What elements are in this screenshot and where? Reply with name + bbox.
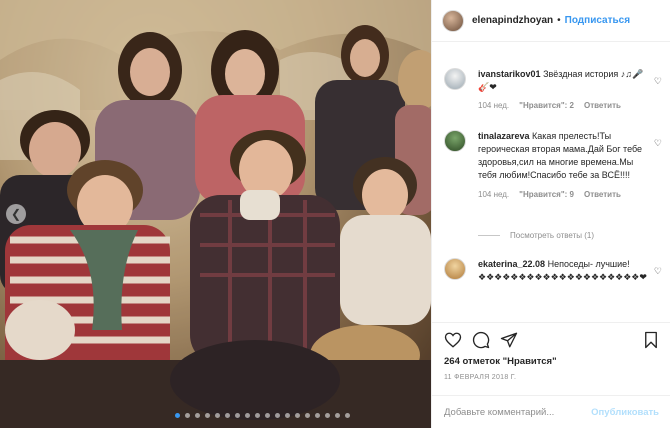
- replies-divider: [478, 235, 500, 236]
- follow-button[interactable]: Подписаться: [565, 15, 630, 26]
- carousel-dot: [265, 413, 270, 418]
- share-icon[interactable]: [500, 331, 518, 354]
- photo-illustration: [0, 0, 431, 428]
- comment-meta: 104 нед. "Нравится": 9 Ответить: [478, 190, 654, 199]
- commenter-username[interactable]: ekaterina_22.08: [478, 259, 545, 269]
- reply-button[interactable]: Ответить: [584, 190, 621, 199]
- carousel-dot: [185, 413, 190, 418]
- bookmark-icon[interactable]: [642, 331, 660, 354]
- carousel-dot: [345, 413, 350, 418]
- carousel-indicator: [175, 413, 350, 418]
- carousel-dot: [285, 413, 290, 418]
- view-replies-label: Посмотреть ответы (1): [510, 231, 595, 240]
- comment-likes[interactable]: "Нравится": 9: [519, 190, 574, 199]
- heart-icon[interactable]: [444, 331, 462, 354]
- add-comment-bar: Опубликовать: [432, 395, 670, 428]
- carousel-dot: [205, 413, 210, 418]
- comment-likes[interactable]: "Нравится": 2: [519, 101, 574, 110]
- post-actions: [432, 322, 670, 358]
- view-replies-button[interactable]: Посмотреть ответы (1): [478, 231, 594, 240]
- carousel-dot: [305, 413, 310, 418]
- carousel-dot: [175, 413, 180, 418]
- comment-text-block: tinalazareva Какая прелесть!Ты героическ…: [478, 130, 654, 182]
- heart-icon[interactable]: ♡: [654, 76, 662, 87]
- publish-button[interactable]: Опубликовать: [591, 407, 659, 418]
- header-separator: •: [557, 15, 561, 26]
- comment-item: tinalazareva Какая прелесть!Ты героическ…: [444, 130, 662, 199]
- post-sidebar: elenapindzhoyan • Подписаться ivanstarik…: [431, 0, 670, 428]
- comment-text-block: ivanstarikov01 Звёздная история ♪♫🎤🎸❤: [478, 68, 654, 94]
- author-username[interactable]: elenapindzhoyan: [472, 15, 553, 26]
- comment-meta: 104 нед. "Нравится": 2 Ответить: [478, 101, 654, 110]
- heart-icon[interactable]: ♡: [654, 138, 662, 149]
- comment-time[interactable]: 104 нед.: [478, 190, 509, 199]
- comments-list[interactable]: ivanstarikov01 Звёздная история ♪♫🎤🎸❤ 10…: [432, 42, 670, 322]
- comment-time[interactable]: 104 нед.: [478, 101, 509, 110]
- comment-item: ivanstarikov01 Звёздная история ♪♫🎤🎸❤ 10…: [444, 68, 662, 110]
- heart-icon[interactable]: ♡: [654, 266, 662, 277]
- carousel-dot: [255, 413, 260, 418]
- post-photo[interactable]: ❮: [0, 0, 431, 428]
- commenter-avatar[interactable]: [444, 258, 466, 280]
- reply-button[interactable]: Ответить: [584, 101, 621, 110]
- carousel-dot: [225, 413, 230, 418]
- carousel-dot: [195, 413, 200, 418]
- commenter-avatar[interactable]: [444, 68, 466, 90]
- commenter-username[interactable]: ivanstarikov01: [478, 69, 541, 79]
- post-header: elenapindzhoyan • Подписаться: [432, 0, 670, 42]
- carousel-dot: [295, 413, 300, 418]
- post-date[interactable]: 11 ФЕВРАЛЯ 2018 Г.: [444, 374, 516, 381]
- carousel-dot: [335, 413, 340, 418]
- comment-item: ekaterina_22.08 Непоседы- лучшие! ❖❖❖❖❖❖…: [444, 258, 662, 284]
- carousel-dot: [275, 413, 280, 418]
- carousel-dot: [315, 413, 320, 418]
- comment-input[interactable]: [444, 406, 584, 418]
- likes-count[interactable]: 264 отметок "Нравится": [444, 356, 557, 367]
- instagram-post: ❮ elenapindzhoyan • Подписаться ivanstar…: [0, 0, 670, 428]
- carousel-dot: [235, 413, 240, 418]
- comment-text-block: ekaterina_22.08 Непоседы- лучшие! ❖❖❖❖❖❖…: [478, 258, 654, 284]
- commenter-username[interactable]: tinalazareva: [478, 131, 530, 141]
- author-avatar[interactable]: [442, 9, 464, 32]
- carousel-dot: [245, 413, 250, 418]
- carousel-dot: [215, 413, 220, 418]
- comment-icon[interactable]: [472, 331, 490, 354]
- chevron-left-icon[interactable]: ❮: [6, 204, 26, 224]
- carousel-dot: [325, 413, 330, 418]
- commenter-avatar[interactable]: [444, 130, 466, 152]
